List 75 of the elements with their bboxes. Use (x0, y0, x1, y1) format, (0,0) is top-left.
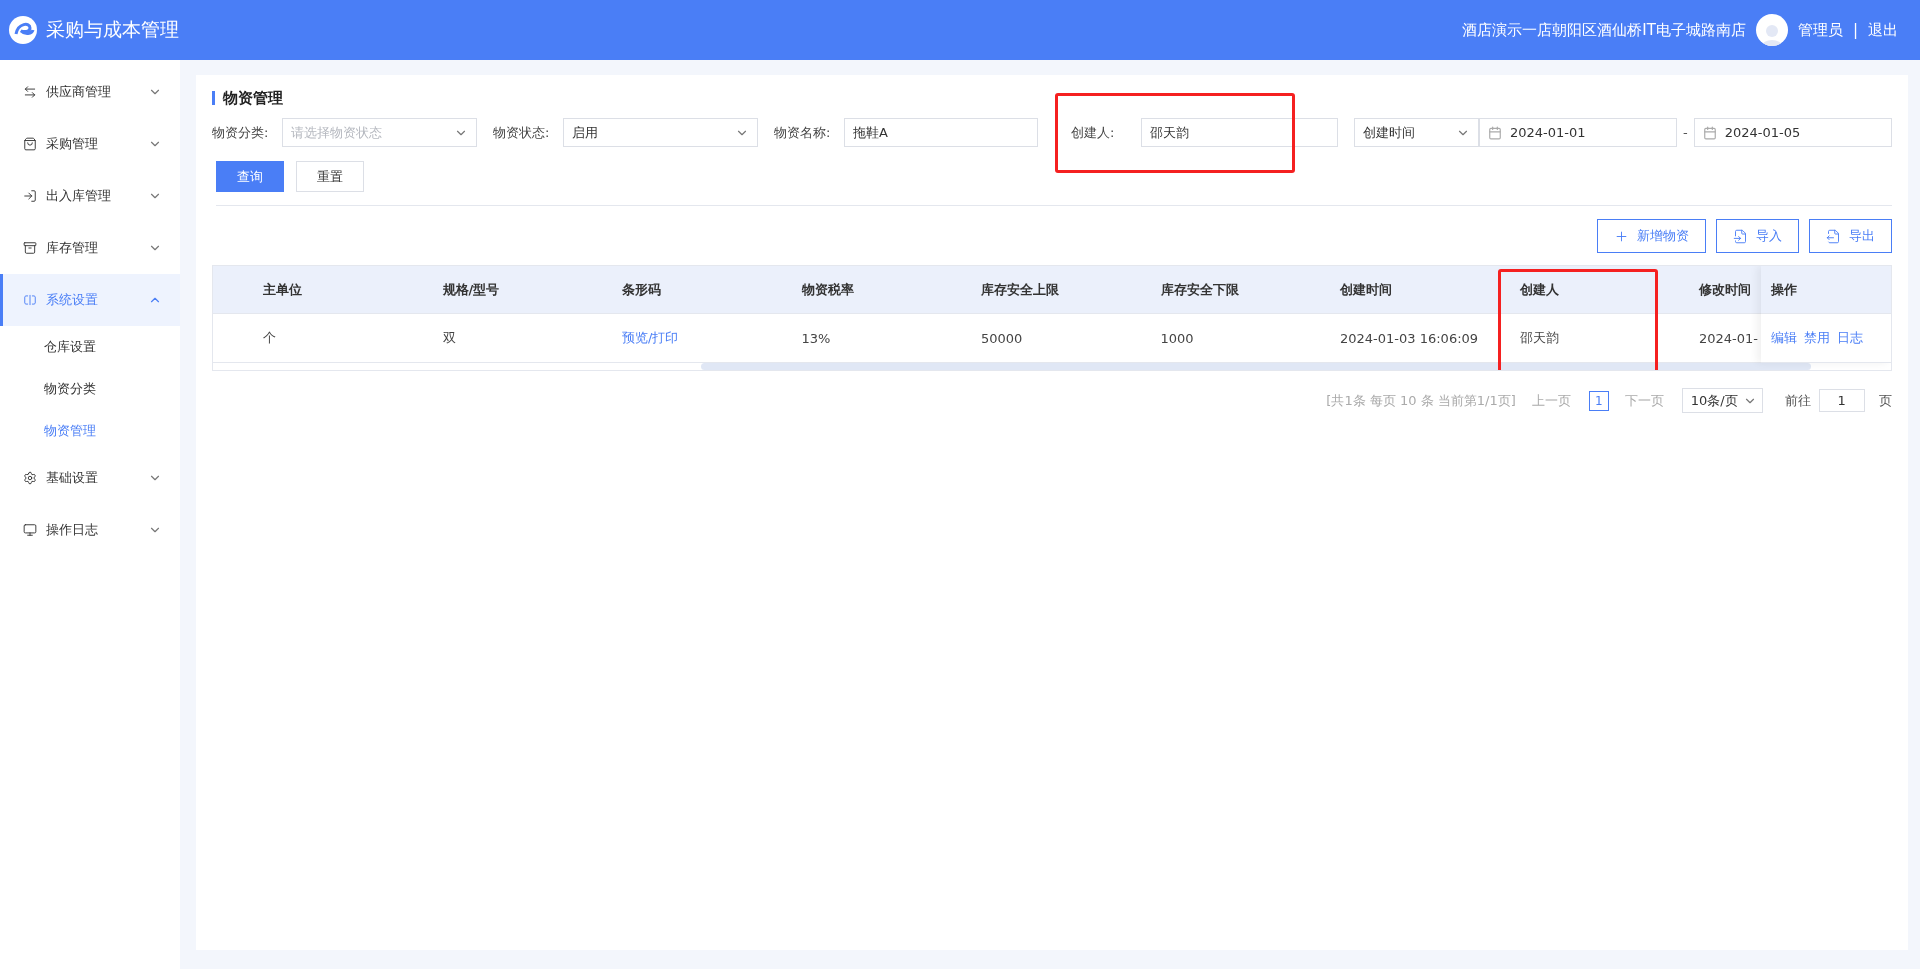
table-cell: 13% (801, 330, 831, 346)
select-field[interactable]: 创建时间 (1354, 118, 1479, 147)
monitor-icon (23, 523, 37, 537)
column-header: 库存安全上限 (981, 280, 1059, 299)
range-separator: - (1683, 125, 1688, 140)
sidebar-subitem[interactable]: 仓库设置 (0, 326, 180, 368)
filter-label: 物资分类: (212, 123, 270, 142)
column-header: 条形码 (622, 280, 661, 299)
logout-link[interactable]: 退出 (1868, 20, 1898, 40)
calendar-icon (1488, 125, 1502, 140)
scrollbar-thumb[interactable] (701, 363, 1811, 370)
user-name: 管理员 (1797, 20, 1843, 40)
table-cell: 2024-01-03 16:06:09 (1340, 330, 1479, 346)
avatar-icon[interactable] (1755, 14, 1788, 46)
sidebar-item[interactable]: 基础设置 (0, 452, 180, 504)
page-suffix: 页 (1878, 391, 1892, 410)
page-input[interactable]: 1 (1818, 389, 1865, 412)
filter-label: 创建人: (1071, 123, 1116, 142)
filter-label: 物资名称: (774, 123, 832, 142)
query-button[interactable]: 查询 (216, 161, 284, 192)
column-header: 库存安全下限 (1160, 280, 1239, 299)
table-cell: 邵天韵 (1519, 329, 1559, 347)
row-action-link[interactable]: 禁用 (1803, 329, 1830, 347)
date-field[interactable]: 2024-01-05 (1693, 118, 1892, 147)
file-icon (1825, 228, 1841, 244)
sidebar-item[interactable]: 采购管理 (0, 118, 180, 170)
column-header: 物资税率 (801, 280, 854, 299)
calendar-icon (1702, 125, 1717, 140)
sidebar-subitem[interactable]: 物资管理 (0, 410, 180, 452)
pagination-summary: [共1条 每页 10 条 当前第1/1页] (1326, 391, 1516, 410)
row-action-link[interactable]: 日志 (1836, 329, 1863, 347)
panel-icon (23, 293, 37, 307)
table-cell: 双 (442, 329, 456, 347)
table-cell: 个 (263, 329, 276, 347)
sidebar-item[interactable]: 系统设置 (0, 274, 180, 326)
action-button[interactable]: 导入 (1715, 219, 1799, 253)
page-size-select[interactable]: 10条/页 (1681, 388, 1763, 413)
barcode-link[interactable]: 预览/打印 (622, 329, 679, 347)
select-field[interactable]: 启用 (563, 118, 758, 147)
column-header: 修改时间 (1699, 280, 1751, 299)
door-arrow-icon (23, 189, 37, 203)
archive-icon (23, 241, 37, 255)
app-title: 采购与成本管理 (46, 17, 179, 42)
input-field[interactable]: 拖鞋A (844, 118, 1038, 147)
sidebar-item[interactable]: 库存管理 (0, 222, 180, 274)
column-header: 创建时间 (1340, 280, 1392, 299)
file-icon (1732, 228, 1748, 244)
column-header: 操作 (1760, 266, 1891, 314)
sidebar-subitem[interactable]: 物资分类 (0, 368, 180, 410)
column-header: 主单位 (263, 280, 302, 299)
page-number[interactable]: 1 (1588, 390, 1609, 411)
exchange-icon (23, 85, 37, 99)
row-action-link[interactable]: 编辑 (1770, 329, 1797, 347)
store-name: 酒店演示一店朝阳区酒仙桥IT电子城路南店 (1462, 20, 1746, 40)
column-header: 创建人 (1519, 280, 1559, 299)
input-field[interactable]: 邵天韵 (1141, 118, 1338, 147)
sidebar-item[interactable]: 出入库管理 (0, 170, 180, 222)
bag-icon (23, 137, 37, 151)
reset-button[interactable]: 重置 (296, 161, 364, 192)
separator-text: | (1852, 21, 1858, 39)
action-button[interactable]: 导出 (1808, 219, 1892, 253)
action-button[interactable]: 新增物资 (1596, 219, 1706, 253)
goto-label: 前往 (1784, 391, 1811, 410)
table-cell: 2024-01- (1699, 330, 1758, 346)
settings-icon (23, 471, 37, 485)
table-cell: 1000 (1160, 330, 1194, 346)
date-field[interactable]: 2024-01-01 (1479, 118, 1677, 147)
filter-label: 物资状态: (493, 123, 551, 142)
logo-icon (8, 15, 38, 45)
sidebar-item[interactable]: 供应商管理 (0, 66, 180, 118)
plus-icon (1613, 228, 1629, 244)
table-cell: 50000 (981, 330, 1023, 346)
column-header: 规格/型号 (442, 280, 500, 299)
sidebar-item[interactable]: 操作日志 (0, 504, 180, 556)
page-title: 物资管理 (212, 91, 1892, 105)
